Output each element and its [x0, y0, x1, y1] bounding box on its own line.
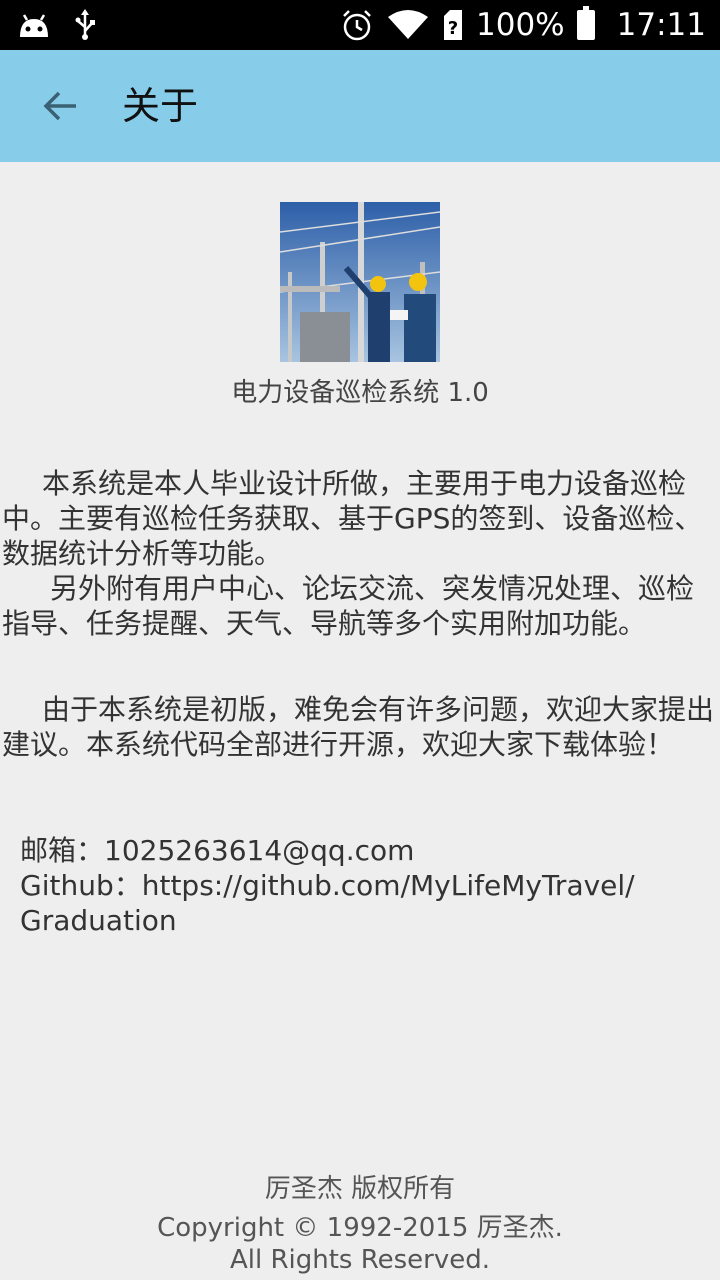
paragraph-3-text: 由于本系统是初版，难免会有许多问题，欢迎大家提出建议。本系统代码全部进行开源，欢… [2, 693, 715, 761]
description-paragraph-3: 由于本系统是初版，难免会有许多问题，欢迎大家提出建议。本系统代码全部进行开源，欢… [2, 692, 718, 762]
battery-percent: 100% [476, 7, 565, 43]
alarm-icon [340, 8, 374, 42]
android-notification-icon [16, 11, 52, 39]
description-paragraph-2: 另外附有用户中心、论坛交流、突发情况处理、巡检指导、任务提醒、天气、导航等多个实… [2, 571, 718, 641]
back-button[interactable] [30, 76, 90, 136]
clock: 17:11 [616, 7, 706, 43]
contact-info: 邮箱：1025263614@qq.com Github：https://gith… [20, 833, 710, 938]
svg-text:?: ? [448, 18, 458, 39]
app-bar: 关于 [0, 50, 720, 162]
footer-copyright: Copyright © 1992-2015 厉圣杰. [157, 1213, 563, 1243]
wifi-icon [386, 9, 430, 41]
page-title: 关于 [122, 84, 199, 128]
battery-icon [576, 6, 595, 40]
github-link[interactable]: Github：https://github.com/MyLifeMyTravel… [20, 868, 640, 938]
sim-unknown-icon: ? [442, 10, 464, 40]
email-link[interactable]: 邮箱：1025263614@qq.com [20, 833, 710, 868]
paragraph-2-text: 另外附有用户中心、论坛交流、突发情况处理、巡检指导、任务提醒、天气、导航等多个实… [2, 572, 695, 640]
app-logo-image [280, 202, 440, 362]
paragraph-1-text: 本系统是本人毕业设计所做，主要用于电力设备巡检中。主要有巡检任务获取、基于GPS… [2, 467, 703, 570]
footer-copyright-owner: 厉圣杰 版权所有 [264, 1174, 456, 1204]
status-bar: ? 100% 17:11 [0, 0, 720, 50]
footer-rights: All Rights Reserved. [229, 1245, 491, 1275]
app-name-version: 电力设备巡检系统 1.0 [231, 378, 489, 408]
usb-icon [74, 9, 96, 41]
arrow-left-icon [43, 91, 76, 121]
description-paragraph-1: 本系统是本人毕业设计所做，主要用于电力设备巡检中。主要有巡检任务获取、基于GPS… [2, 466, 718, 571]
